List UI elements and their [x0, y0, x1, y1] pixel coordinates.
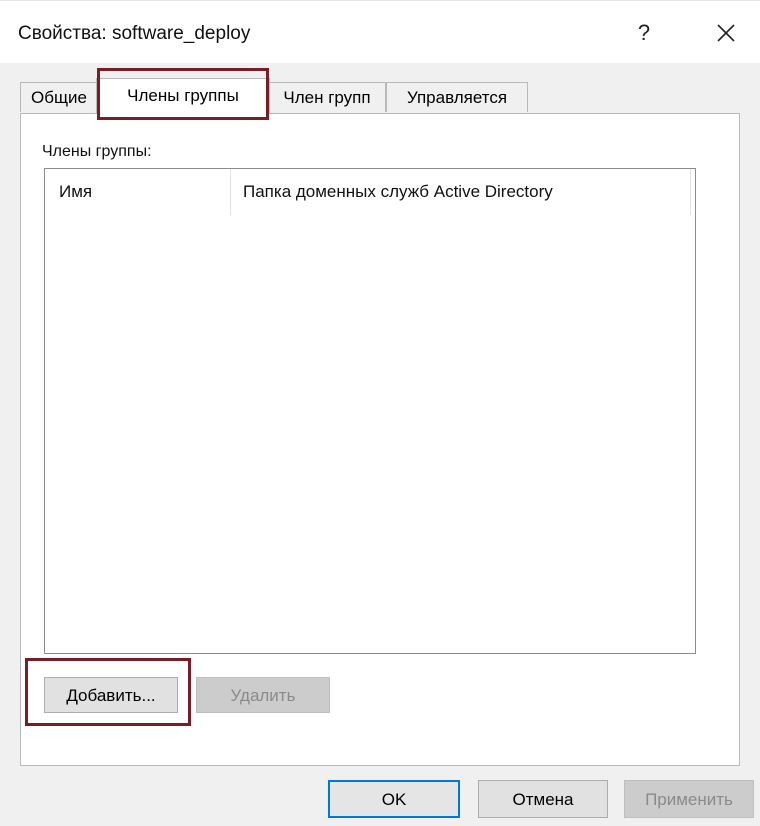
- help-icon: ?: [637, 20, 651, 45]
- tab-general[interactable]: Общие: [20, 82, 98, 112]
- tab-label: Члены группы: [127, 86, 239, 105]
- tab-strip: Общие Члены группы Член групп Управляетс…: [20, 78, 740, 114]
- column-header-ad-folder[interactable]: Папка доменных служб Active Directory: [231, 169, 691, 215]
- members-list[interactable]: Имя Папка доменных служб Active Director…: [44, 168, 696, 654]
- title-bar: Свойства: software_deploy ?: [0, 0, 760, 63]
- help-button[interactable]: ?: [624, 13, 664, 53]
- apply-button[interactable]: Применить: [624, 780, 754, 818]
- tab-member-of[interactable]: Член групп: [268, 82, 386, 112]
- members-label: Члены группы:: [42, 143, 152, 160]
- ok-button[interactable]: OK: [328, 780, 460, 818]
- column-header-name[interactable]: Имя: [45, 169, 231, 215]
- tab-managed-by[interactable]: Управляется: [386, 82, 528, 112]
- list-header: Имя Папка доменных служб Active Director…: [45, 169, 695, 215]
- tab-group-members[interactable]: Члены группы: [96, 78, 270, 114]
- close-button[interactable]: [702, 13, 750, 53]
- remove-button[interactable]: Удалить: [196, 677, 330, 713]
- cancel-button[interactable]: Отмена: [478, 780, 608, 818]
- add-button[interactable]: Добавить...: [44, 677, 178, 713]
- properties-dialog: Свойства: software_deploy ? Общие Члены …: [0, 0, 760, 826]
- tab-label: Член групп: [283, 88, 371, 107]
- window-title: Свойства: software_deploy: [18, 23, 251, 44]
- tab-label: Общие: [31, 88, 87, 107]
- tab-label: Управляется: [406, 88, 508, 107]
- close-icon: [717, 24, 735, 42]
